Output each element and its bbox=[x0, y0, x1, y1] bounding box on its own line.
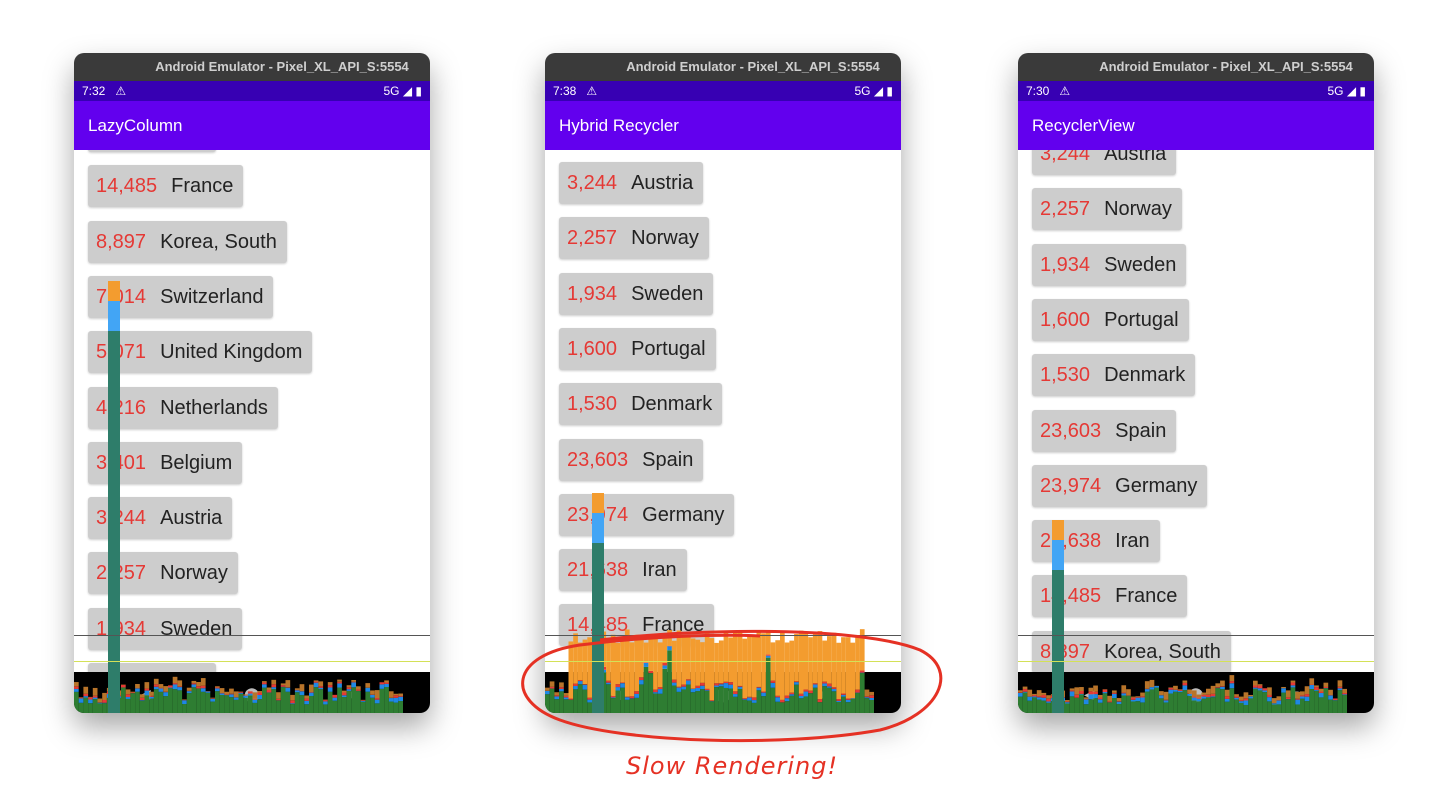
slow-rendering-annotation: Slow Rendering! bbox=[626, 752, 839, 780]
highlight-ellipse bbox=[521, 629, 943, 743]
